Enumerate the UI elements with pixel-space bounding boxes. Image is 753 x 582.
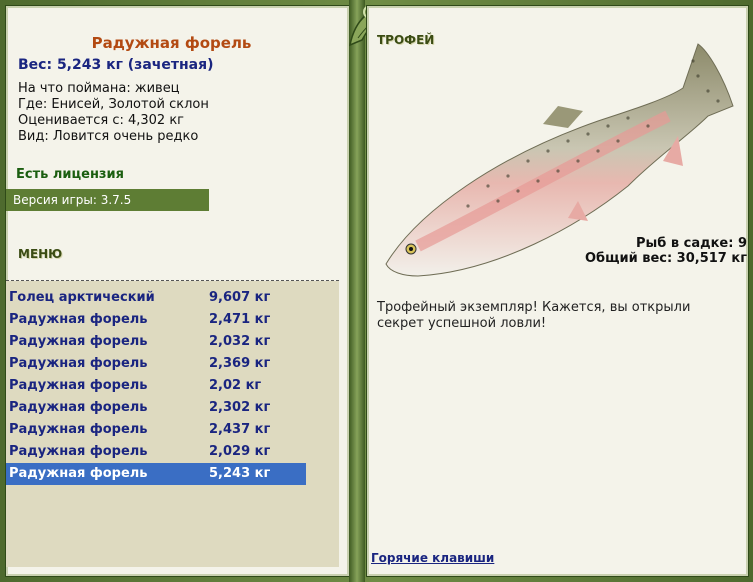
catch-fish-name: Радужная форель <box>9 334 148 349</box>
game-version: Версия игры: 3.7.5 <box>6 189 209 211</box>
catch-list-item[interactable]: Радужная форель 2,437 кг <box>6 419 306 441</box>
list-separator <box>6 280 339 281</box>
fish-location: Где: Енисей, Золотой склон <box>18 97 209 112</box>
catch-list-item[interactable]: Радужная форель 2,029 кг <box>6 441 306 463</box>
catch-fish-name: Радужная форель <box>9 400 148 415</box>
catch-list: Голец арктический 9,607 кг Радужная форель… <box>6 287 306 485</box>
catch-list-item[interactable]: Радужная форель 2,471 кг <box>6 309 306 331</box>
fish-bait: На что поймана: живец <box>18 81 180 96</box>
fish-value: Оценивается с: 4,302 кг <box>18 113 185 128</box>
catch-fish-name: Голец арктический <box>9 290 155 305</box>
catch-fish-weight: 2,032 кг <box>209 334 271 349</box>
catch-fish-name: Радужная форель <box>9 466 148 481</box>
fish-weight: Вес: 5,243 кг (зачетная) <box>18 57 214 73</box>
catch-list-item[interactable]: Радужная форель 2,032 кг <box>6 331 306 353</box>
fish-view: Вид: Ловится очень редко <box>18 129 199 144</box>
catch-list-item[interactable]: Радужная форель 5,243 кг <box>6 463 306 485</box>
catch-fish-weight: 2,437 кг <box>209 422 271 437</box>
hotkeys-link[interactable]: Горячие клавиши <box>371 551 494 565</box>
catch-fish-weight: 5,243 кг <box>209 466 271 481</box>
catch-fish-name: Радужная форель <box>9 422 148 437</box>
catch-list-item[interactable]: Голец арктический 9,607 кг <box>6 287 306 309</box>
catch-fish-name: Радужная форель <box>9 444 148 459</box>
rainbow-trout-image <box>385 43 734 277</box>
catch-fish-name: Радужная форель <box>9 312 148 327</box>
trophy-description: Трофейный экземпляр! Кажется, вы открыли… <box>377 300 691 331</box>
fish-name-title: Радужная форель <box>91 34 252 52</box>
catch-fish-name: Радужная форель <box>9 378 148 393</box>
catch-fish-weight: 2,302 кг <box>209 400 271 415</box>
catch-list-item[interactable]: Радужная форель 2,302 кг <box>6 397 306 419</box>
catch-list-item[interactable]: Радужная форель 2,369 кг <box>6 353 306 375</box>
panel-divider <box>349 0 365 582</box>
catch-list-item[interactable]: Радужная форель 2,02 кг <box>6 375 306 397</box>
catch-fish-name: Радужная форель <box>9 356 148 371</box>
license-status: Есть лицензия <box>16 167 124 182</box>
catch-fish-weight: 9,607 кг <box>209 290 271 305</box>
catch-fish-weight: 2,369 кг <box>209 356 271 371</box>
catch-fish-weight: 2,029 кг <box>209 444 271 459</box>
trophy-title: ТРОФЕЙ <box>377 33 435 47</box>
catch-fish-weight: 2,471 кг <box>209 312 271 327</box>
menu-button[interactable]: МЕНЮ <box>18 247 62 261</box>
catch-fish-weight: 2,02 кг <box>209 378 262 393</box>
